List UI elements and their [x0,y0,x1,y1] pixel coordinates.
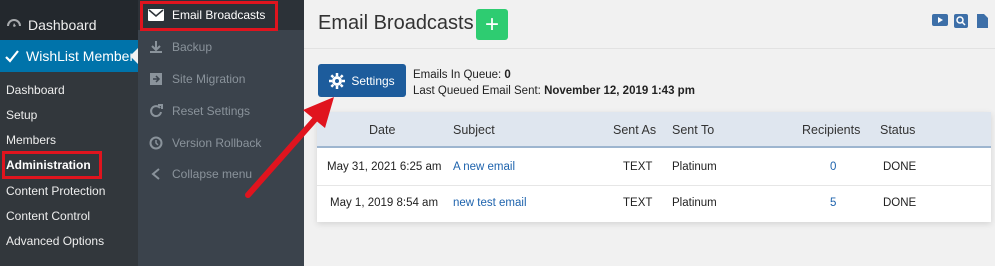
annotation-arrow [245,97,334,198]
